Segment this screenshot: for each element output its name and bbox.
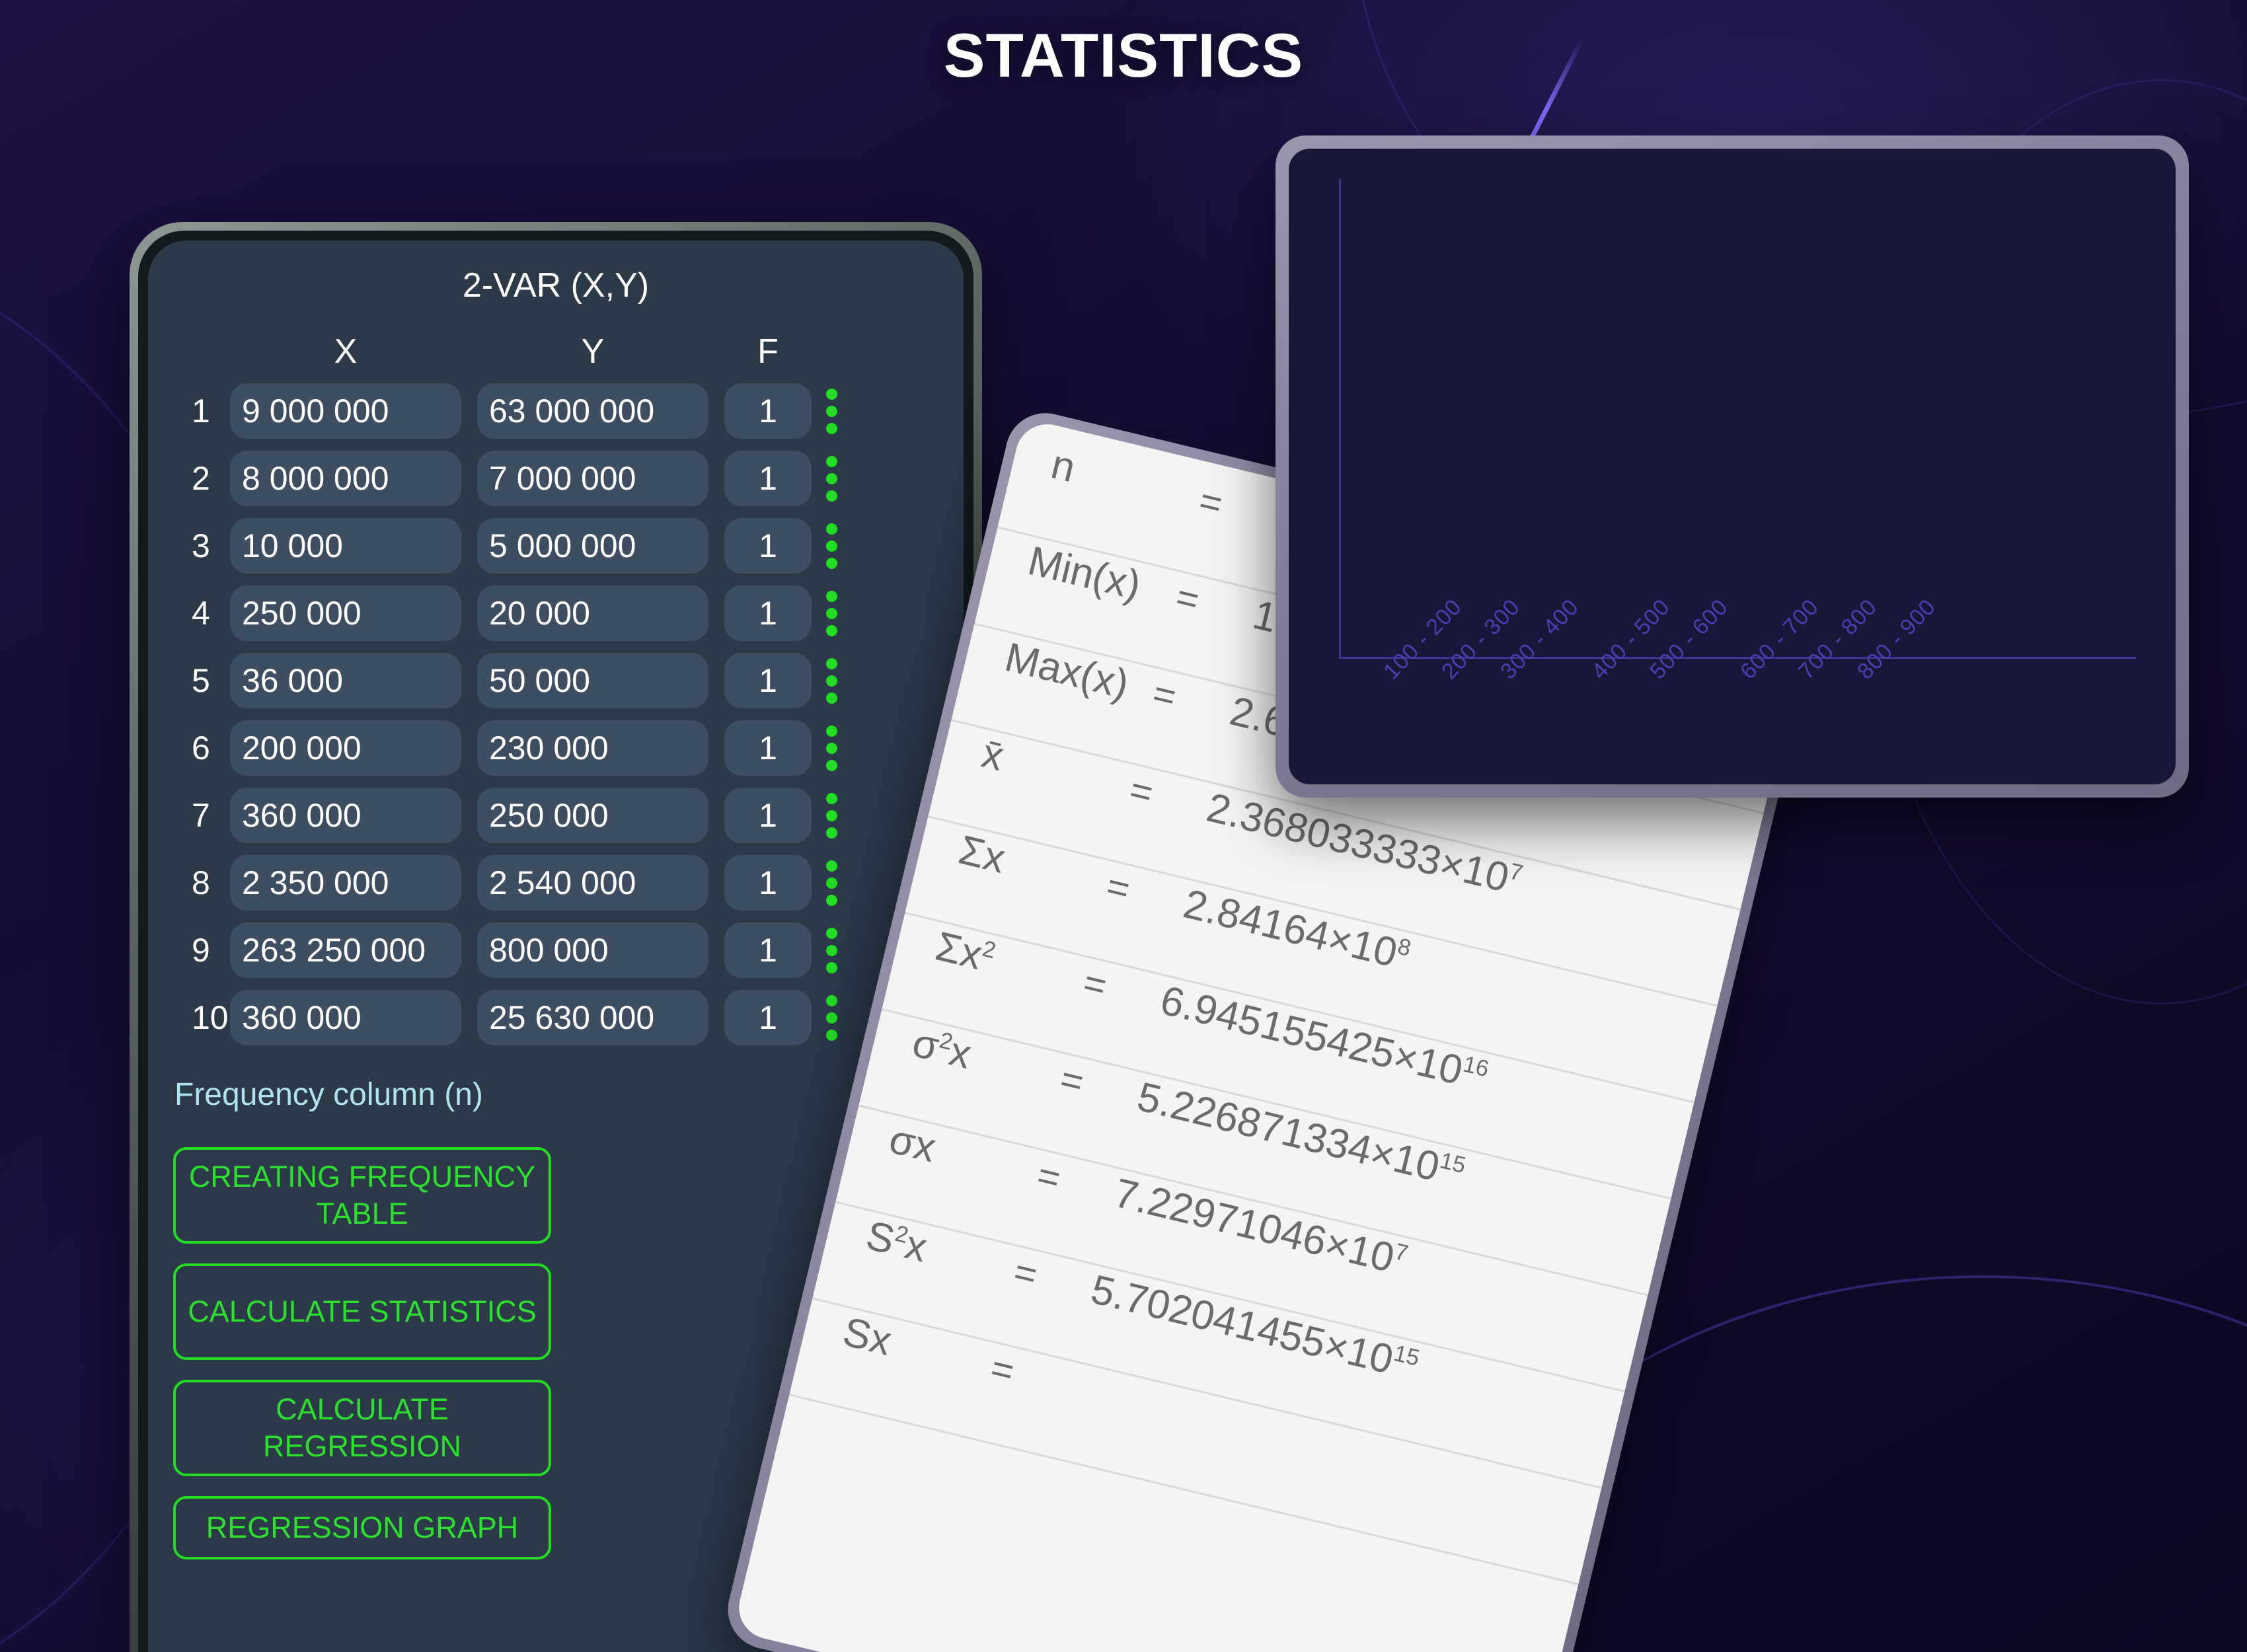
row-index: 6	[192, 730, 210, 767]
table-row: 1 9 000 000 63 000 000 1	[169, 383, 942, 439]
y-value-input[interactable]: 63 000 000	[477, 383, 708, 439]
creating-frequency-table-button[interactable]: CREATING FREQUENCY TABLE	[173, 1147, 551, 1244]
frequency-column-label: Frequency column (n)	[174, 1076, 483, 1112]
row-index: 4	[192, 595, 210, 632]
table-row: 5 36 000 50 000 1	[169, 653, 942, 708]
three-dots-vertical-icon[interactable]	[812, 792, 851, 839]
calculate-regression-button[interactable]: CALCULATE REGRESSION	[173, 1380, 551, 1476]
column-header-x: X	[334, 332, 358, 371]
frequency-value-input[interactable]: 1	[724, 383, 812, 439]
chart-bars	[1341, 179, 2136, 657]
table-row: 8 2 350 000 2 540 000 1	[169, 855, 942, 911]
x-value-input[interactable]: 10 000	[230, 518, 461, 574]
y-value-input[interactable]: 50 000	[477, 653, 708, 708]
table-row: 3 10 000 5 000 000 1	[169, 518, 942, 574]
frequency-value-input[interactable]: 1	[724, 653, 812, 708]
frequency-value-input[interactable]: 1	[724, 990, 812, 1045]
three-dots-vertical-icon[interactable]	[812, 523, 851, 569]
row-index: 1	[192, 393, 210, 430]
frequency-chart-screen: 100 - 200 200 - 300 300 - 400 400 - 500 500 …	[1289, 149, 2176, 784]
calculator-screen-title: 2-VAR (X,Y)	[462, 266, 650, 305]
x-value-input[interactable]: 2 350 000	[230, 855, 461, 911]
frequency-value-input[interactable]: 1	[724, 518, 812, 574]
x-value-input[interactable]: 360 000	[230, 990, 461, 1045]
frequency-column-toggle-row[interactable]: Frequency column (n)	[169, 1057, 942, 1122]
x-value-input[interactable]: 263 250 000	[230, 922, 461, 978]
frequency-value-input[interactable]: 1	[724, 720, 812, 776]
frequency-value-input[interactable]: 1	[724, 922, 812, 978]
three-dots-vertical-icon[interactable]	[812, 455, 851, 502]
table-row: 2 8 000 000 7 000 000 1	[169, 451, 942, 506]
column-header-y: Y	[581, 332, 605, 371]
column-header-f: F	[757, 332, 779, 371]
y-value-input[interactable]: 2 540 000	[477, 855, 708, 911]
page-title: STATISTICS	[943, 20, 1304, 90]
y-value-input[interactable]: 5 000 000	[477, 518, 708, 574]
x-value-input[interactable]: 8 000 000	[230, 451, 461, 506]
three-dots-vertical-icon[interactable]	[812, 860, 851, 906]
table-header-row: X Y F	[169, 332, 942, 371]
frequency-value-input[interactable]: 1	[724, 451, 812, 506]
x-value-input[interactable]: 250 000	[230, 585, 461, 641]
x-value-input[interactable]: 200 000	[230, 720, 461, 776]
chart-plot-area	[1339, 179, 2136, 659]
x-value-input[interactable]: 36 000	[230, 653, 461, 708]
frequency-value-input[interactable]: 1	[724, 855, 812, 911]
x-value-input[interactable]: 360 000	[230, 788, 461, 843]
row-index: 10	[192, 999, 229, 1036]
row-index: 8	[192, 864, 210, 901]
frequency-value-input[interactable]: 1	[724, 788, 812, 843]
y-value-input[interactable]: 20 000	[477, 585, 708, 641]
row-index: 7	[192, 797, 210, 834]
y-value-input[interactable]: 230 000	[477, 720, 708, 776]
three-dots-vertical-icon[interactable]	[812, 590, 851, 636]
row-index: 3	[192, 527, 210, 564]
y-value-input[interactable]: 25 630 000	[477, 990, 708, 1045]
data-table-body: 1 9 000 000 63 000 000 1 2 8 000 000 7 000 000…	[169, 383, 942, 1045]
table-row: 6 200 000 230 000 1	[169, 720, 942, 776]
table-row: 7 360 000 250 000 1	[169, 788, 942, 843]
statistic-label: n	[1047, 441, 1080, 492]
three-dots-vertical-icon[interactable]	[812, 927, 851, 973]
calculate-statistics-button[interactable]: CALCULATE STATISTICS	[173, 1263, 551, 1360]
three-dots-vertical-icon[interactable]	[812, 388, 851, 434]
frequency-value-input[interactable]: 1	[724, 585, 812, 641]
chart-x-axis-labels: 100 - 200 200 - 300 300 - 400 400 - 500 500 …	[1339, 594, 2136, 784]
y-value-input[interactable]: 800 000	[477, 922, 708, 978]
row-index: 9	[192, 932, 210, 969]
row-index: 5	[192, 662, 210, 699]
three-dots-vertical-icon[interactable]	[812, 995, 851, 1041]
y-value-input[interactable]: 250 000	[477, 788, 708, 843]
x-value-input[interactable]: 9 000 000	[230, 383, 461, 439]
table-row: 4 250 000 20 000 1	[169, 585, 942, 641]
three-dots-vertical-icon[interactable]	[812, 725, 851, 771]
three-dots-vertical-icon[interactable]	[812, 657, 851, 704]
row-index: 2	[192, 460, 210, 497]
frequency-chart-card: 100 - 200 200 - 300 300 - 400 400 - 500 500 …	[1276, 135, 2189, 798]
table-row: 9 263 250 000 800 000 1	[169, 922, 942, 978]
screenshot-stage: STATISTICS 2-VAR (X,Y) X Y F 1 9 000 000 6…	[0, 0, 2247, 1652]
regression-graph-button[interactable]: REGRESSION GRAPH	[173, 1496, 551, 1559]
equals-sign: =	[1195, 478, 1227, 526]
y-value-input[interactable]: 7 000 000	[477, 451, 708, 506]
table-row: 10 360 000 25 630 000 1	[169, 990, 942, 1045]
